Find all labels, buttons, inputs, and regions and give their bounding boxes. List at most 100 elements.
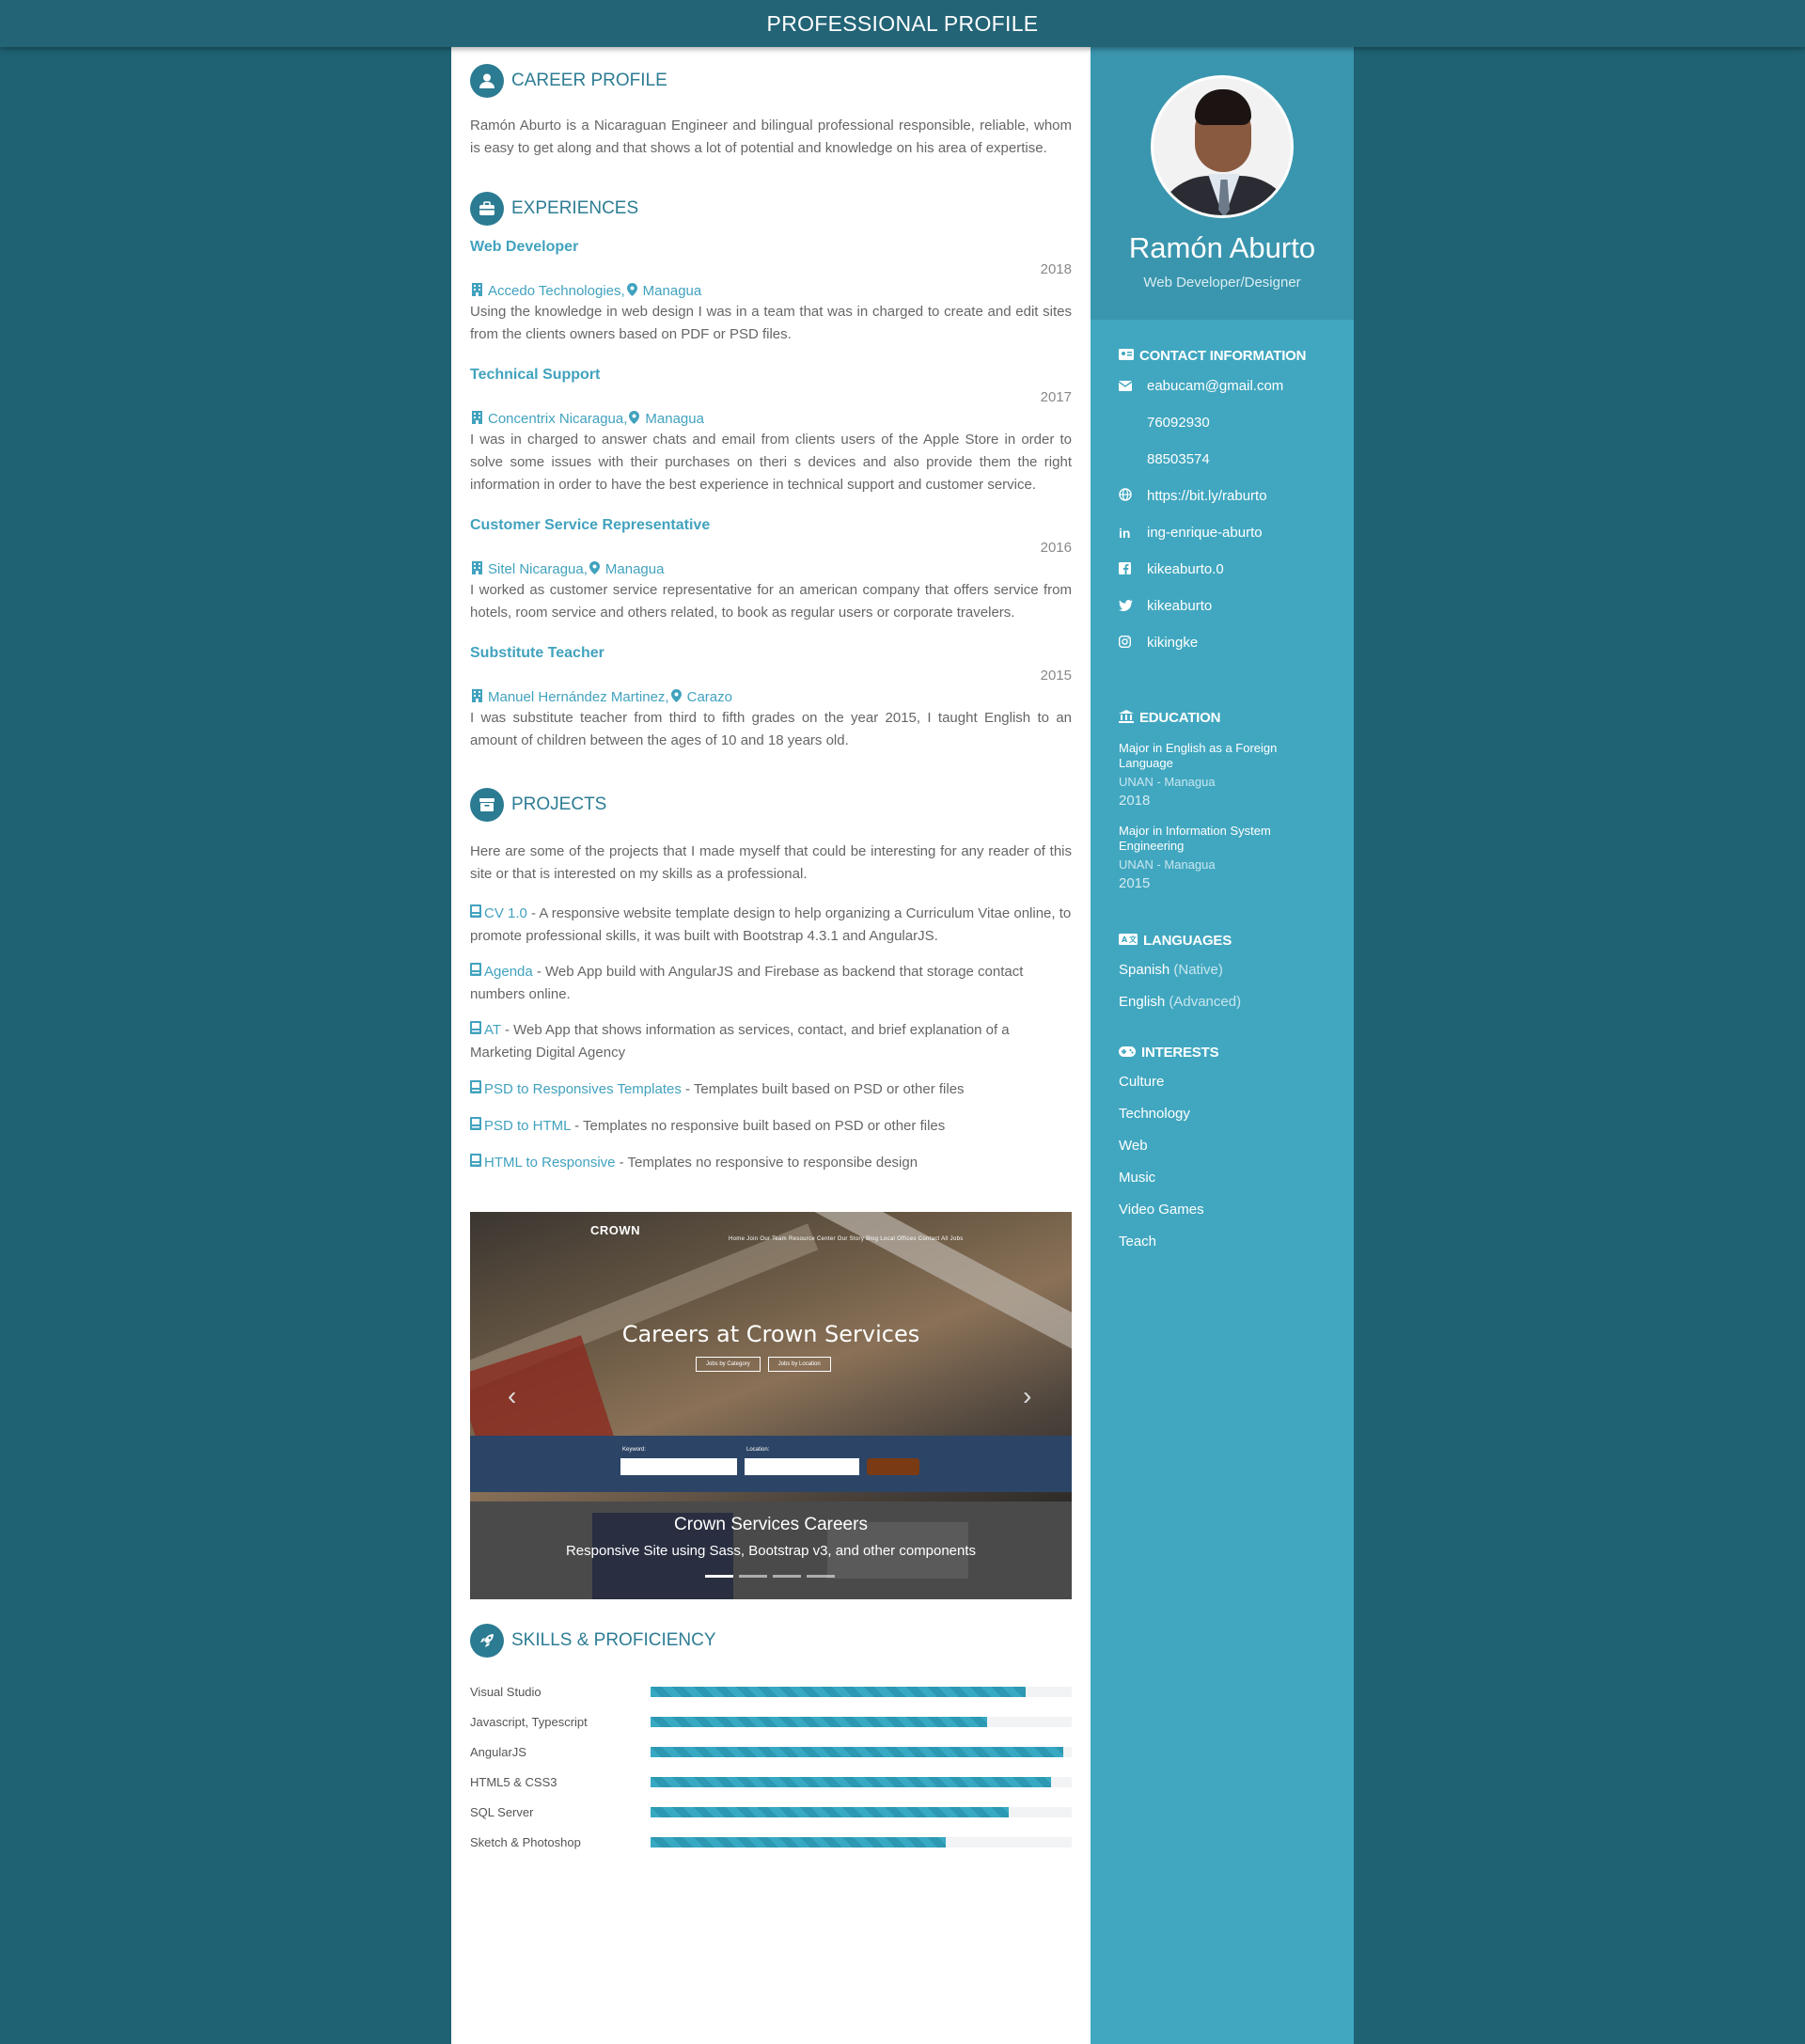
contact-twitter-link[interactable]: kikeaburto (1147, 598, 1212, 614)
job-year: 2017 (1040, 389, 1072, 405)
projects-section: PROJECTS Here are some of the projects t… (470, 788, 1072, 1599)
project-description: - A responsive website template design t… (470, 905, 1072, 944)
skill-bar-fill (651, 1746, 1064, 1757)
carousel-indicator[interactable] (739, 1575, 767, 1578)
map-marker-icon (626, 283, 637, 299)
contact-website[interactable]: https://bit.ly/raburto (1119, 478, 1326, 514)
twitter-icon (1119, 599, 1147, 614)
languages-section: A文 LANGUAGES Spanish (Native) English (Ad… (1119, 933, 1326, 1018)
profile-header: Ramón Aburto Web Developer/Designer (1091, 47, 1354, 320)
carousel-indicator[interactable] (773, 1575, 801, 1578)
education-year: 2015 (1119, 875, 1151, 891)
contact-email[interactable]: eabucam@gmail.com (1118, 368, 1326, 404)
job-description: I was in charged to answer chats and ema… (470, 432, 1072, 493)
interest-item: Web (1119, 1138, 1148, 1154)
contact-phone-1-value[interactable]: 76092930 (1147, 415, 1210, 431)
interest-item: Technology (1119, 1106, 1190, 1122)
interest-item: Video Games (1119, 1202, 1204, 1218)
experiences-section: EXPERIENCES Web Developer 2018 Accedo Tech… (470, 192, 1072, 752)
screenshot-btn-category: Jobs by Category (696, 1357, 761, 1372)
skills-title: SKILLS & PROFICIENCY (511, 1630, 716, 1650)
career-profile-heading: CAREER PROFILE (470, 64, 1072, 98)
carousel-indicator[interactable] (807, 1575, 835, 1578)
profile-name: Ramón Aburto (1128, 231, 1316, 264)
projects-intro: Here are some of the projects that I mad… (470, 843, 1072, 882)
education-degree: Major in Information System Engineering (1119, 824, 1271, 853)
job-company: Accedo Technologies, (488, 283, 625, 299)
contact-instagram[interactable]: kikingke (1118, 624, 1326, 661)
project-name-link[interactable]: Agenda (484, 964, 533, 980)
interests-heading: INTERESTS (1119, 1045, 1326, 1061)
interests-list: Culture Technology Web Music Video Games Teac… (1119, 1066, 1326, 1258)
contact-twitter[interactable]: kikeaburto (1119, 588, 1326, 624)
gamepad-icon (1119, 1046, 1136, 1060)
contact-linkedin[interactable]: in ing-enrique-aburto (1119, 514, 1326, 551)
interest-item: Culture (1119, 1074, 1165, 1090)
skill-name: HTML5 & CSS3 (470, 1774, 557, 1789)
project-item: PSD to Responsives Templates - Templates… (470, 1078, 1072, 1101)
carousel-next-icon[interactable]: › (1023, 1381, 1031, 1411)
contact-facebook[interactable]: kikeaburto.0 (1119, 551, 1326, 588)
project-name-link[interactable]: AT (484, 1022, 501, 1038)
project-description: - Web App build with AngularJS and Fireb… (470, 964, 1024, 1002)
project-name-link[interactable]: CV 1.0 (484, 905, 527, 921)
linkedin-icon: in (1119, 525, 1131, 541)
experiences-title: EXPERIENCES (511, 198, 639, 218)
screenshot-headline: Careers at Crown Services (621, 1321, 920, 1347)
contact-phone-2[interactable]: 88503574 (1119, 441, 1326, 478)
education-year: 2018 (1119, 793, 1151, 809)
project-item: CV 1.0 - A responsive website template d… (470, 903, 1072, 948)
contact-website-link[interactable]: https://bit.ly/raburto (1147, 488, 1267, 504)
skill-bar-track (651, 1836, 1072, 1847)
job-location: Managua (645, 411, 704, 427)
job-location: Managua (642, 283, 702, 299)
carousel-indicator[interactable] (705, 1575, 733, 1578)
language-level: (Advanced) (1169, 994, 1242, 1010)
project-name-link[interactable]: PSD to HTML (484, 1118, 571, 1134)
contact-email-value[interactable]: eabucam@gmail.com (1147, 378, 1283, 394)
project-item: PSD to HTML - Templates no responsive bu… (470, 1115, 1072, 1138)
experience-item: Technical Support 2017 Concentrix Nicaragu… (470, 367, 1072, 496)
job-description: I was substitute teacher from third to f… (470, 710, 1072, 748)
interest-item: Music (1119, 1170, 1156, 1186)
contact-heading: CONTACT INFORMATION (1119, 348, 1326, 364)
project-carousel[interactable]: CROWN Home Join Our Team Resource Center… (470, 1212, 1072, 1599)
education-list: Major in English as a Foreign Language UN… (1119, 741, 1326, 891)
book-icon (470, 1154, 481, 1171)
job-title: Substitute Teacher (470, 645, 604, 661)
skill-name: AngularJS (470, 1744, 526, 1759)
career-profile-section: CAREER PROFILE Ramón Aburto is a Nicarag… (470, 64, 1072, 160)
education-degree: Major in English as a Foreign Language (1119, 741, 1278, 770)
carousel-indicators (705, 1575, 835, 1578)
contact-linkedin-link[interactable]: ing-enrique-aburto (1147, 525, 1263, 541)
skill-row: AngularJS (470, 1737, 1072, 1767)
job-year: 2018 (1040, 261, 1072, 277)
experience-item: Customer Service Representative 2016 Sitel… (470, 517, 1072, 624)
job-meta: Concentrix Nicaragua, Managua (470, 411, 1072, 427)
profile-title: Web Developer/Designer (1143, 275, 1301, 291)
contact-facebook-link[interactable]: kikeaburto.0 (1147, 561, 1224, 577)
project-item: AT - Web App that shows information as s… (470, 1019, 1072, 1064)
project-name-link[interactable]: PSD to Responsives Templates (484, 1081, 682, 1097)
archive-icon (470, 788, 504, 822)
job-company: Sitel Nicaragua, (488, 561, 588, 577)
education-item: Major in Information System Engineering U… (1119, 824, 1326, 891)
skill-row: SQL Server (470, 1797, 1072, 1827)
skill-bar-fill (651, 1836, 946, 1847)
sidebar: Ramón Aburto Web Developer/Designer CONT… (1091, 47, 1354, 2044)
project-name-link[interactable]: HTML to Responsive (484, 1155, 616, 1171)
skill-row: Sketch & Photoshop (470, 1827, 1072, 1857)
experience-list: Web Developer 2018 Accedo Technologies, Man… (470, 239, 1072, 752)
carousel-caption: Crown Services Careers Responsive Site u… (470, 1502, 1072, 1599)
screenshot-keyword-label: Keyword: (622, 1447, 647, 1453)
interest-item: Teach (1119, 1234, 1157, 1250)
contact-phone-1[interactable]: 76092930 (1119, 404, 1326, 441)
contact-phone-2-value[interactable]: 88503574 (1147, 451, 1210, 467)
crown-logo: CROWN (590, 1223, 641, 1237)
briefcase-icon (470, 192, 504, 226)
contact-instagram-link[interactable]: kikingke (1147, 635, 1198, 651)
job-meta: Sitel Nicaragua, Managua (470, 561, 1072, 577)
languages-list: Spanish (Native) English (Advanced) (1119, 954, 1326, 1018)
interests-title: INTERESTS (1141, 1045, 1219, 1061)
carousel-prev-icon[interactable]: ‹ (508, 1381, 516, 1411)
